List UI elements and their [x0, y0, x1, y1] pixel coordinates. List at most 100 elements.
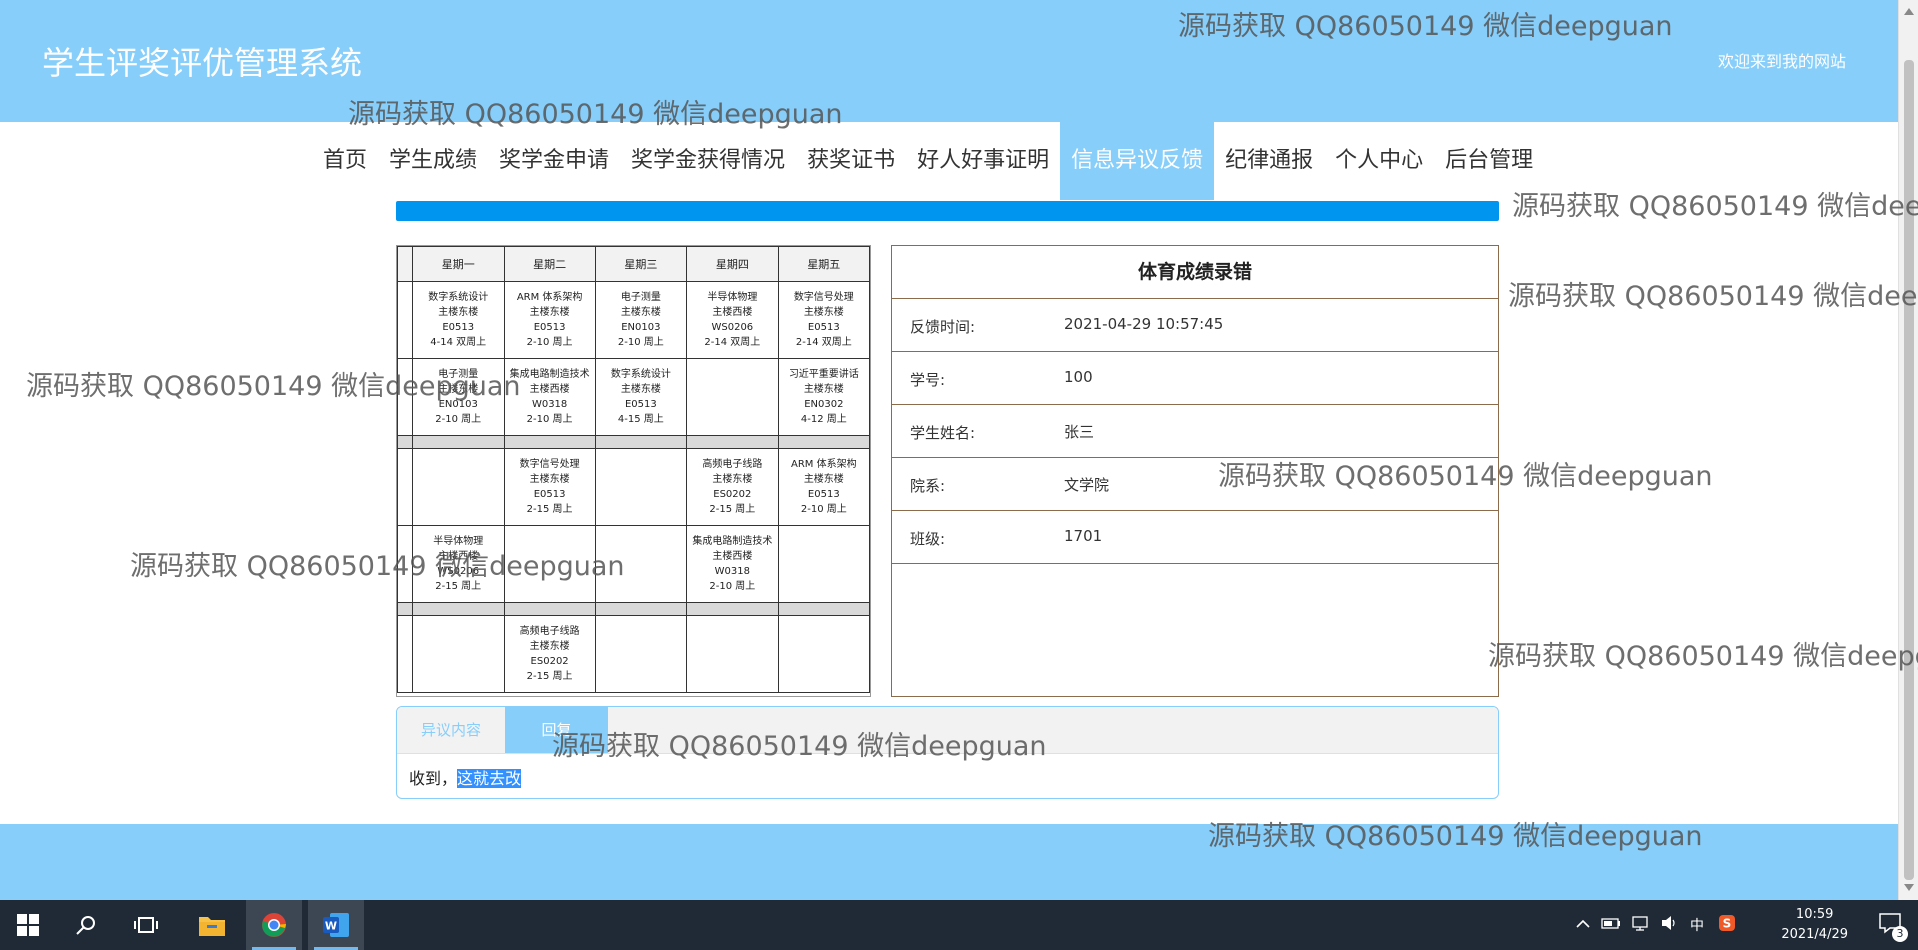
schedule-cell: 习近平重要讲话 主楼东楼 EN0302 4-12 周上 [777, 358, 870, 436]
ime-indicator[interactable]: 中 [1682, 915, 1712, 935]
nav-item-feedback[interactable]: 信息异议反馈 [1060, 122, 1215, 200]
site-title: 学生评奖评优管理系统 [42, 44, 363, 82]
schedule-cell: 数字信号处理 主楼东楼 E0513 2-15 周上 [503, 448, 596, 526]
schedule-separator [397, 602, 870, 616]
detail-row-department: 院系: 文学院 [892, 457, 1498, 510]
schedule-cell [594, 525, 688, 603]
chrome-icon[interactable] [246, 900, 302, 950]
schedule-day-header: 星期三 [594, 246, 688, 282]
schedule-cell [594, 448, 688, 526]
schedule-row: 半导体物理 主楼西楼 WS0206 2-15 周上 集成电路制造技术 主楼西楼 W… [397, 525, 870, 603]
watermark-text: 源码获取 QQ86050149 微信deepguan [1508, 281, 1918, 312]
task-view-icon[interactable] [118, 900, 174, 950]
scroll-thumb[interactable] [1904, 60, 1914, 880]
field-label: 学生姓名: [910, 424, 976, 442]
field-label: 班级: [910, 530, 946, 548]
taskbar-clock[interactable]: 10:59 2021/4/29 [1781, 905, 1848, 945]
schedule-cell: 半导体物理 主楼西楼 WS0206 2-15 周上 [411, 525, 505, 603]
schedule-cell: ARM 体系架构 主楼东楼 E0513 2-10 周上 [777, 448, 870, 526]
tab-bar: 异议内容 回复 [397, 707, 1498, 754]
schedule-day-header: 星期一 [411, 246, 505, 282]
schedule-day-header: 星期五 [777, 246, 870, 282]
schedule-cell [777, 525, 870, 603]
field-value: 张三 [1064, 423, 1095, 441]
start-icon[interactable] [0, 900, 56, 950]
schedule-row: 高频电子线路 主楼东楼 ES0202 2-15 周上 [397, 615, 870, 693]
schedule-row: 数字信号处理 主楼东楼 E0513 2-15 周上 高频电子线路 主楼东楼 ES0… [397, 448, 870, 526]
page-scrollbar[interactable] [1898, 0, 1918, 900]
schedule-cell: 数字系统设计 主楼东楼 E0513 4-14 双周上 [411, 281, 505, 359]
schedule-cell: 高频电子线路 主楼东楼 ES0202 2-15 周上 [503, 615, 596, 693]
schedule-day-header: 星期二 [503, 246, 596, 282]
sogou-input-icon[interactable]: S [1712, 914, 1742, 936]
detail-row-class: 班级: 1701 [892, 510, 1498, 564]
field-label: 反馈时间: [910, 318, 976, 336]
tab-reply[interactable]: 回复 [505, 707, 608, 753]
schedule-cell: 数字信号处理 主楼东楼 E0513 2-14 双周上 [777, 281, 870, 359]
section-divider-bar [396, 201, 1499, 221]
schedule-cell [397, 525, 413, 603]
reply-text: 收到， [409, 769, 458, 788]
tab-objection-content[interactable]: 异议内容 [397, 707, 505, 753]
field-label: 学号: [910, 371, 946, 389]
schedule-cell [397, 358, 413, 436]
reply-selected-text: 这就去改 [457, 769, 522, 788]
nav-item-home[interactable]: 首页 [312, 122, 378, 200]
schedule-day-header [397, 246, 413, 282]
scroll-down-icon[interactable] [1904, 884, 1914, 891]
schedule-cell: 数字系统设计 主楼东楼 E0513 4-15 周上 [594, 358, 688, 436]
notification-count-badge: 3 [1892, 926, 1908, 942]
schedule-cell [397, 448, 413, 526]
detail-row-time: 反馈时间: 2021-04-29 10:57:45 [892, 298, 1498, 351]
schedule-cell [594, 615, 688, 693]
schedule-cell: 半导体物理 主楼西楼 WS0206 2-14 双周上 [686, 281, 779, 359]
site-header: 学生评奖评优管理系统 欢迎来到我的网站 [0, 0, 1898, 122]
schedule-row: 电子测量 主楼东楼 EN0103 2-10 周上 集成电路制造技术 主楼西楼 W0… [397, 358, 870, 436]
field-label: 院系: [910, 477, 946, 495]
welcome-text: 欢迎来到我的网站 [1717, 52, 1846, 71]
battery-icon[interactable] [1596, 917, 1626, 933]
schedule-separator [397, 435, 870, 449]
clock-time: 10:59 [1795, 907, 1834, 922]
field-value: 100 [1064, 368, 1093, 386]
windows-taskbar: W 中 S 10:59 2021/4/29 3 [0, 900, 1918, 950]
show-hidden-icons-icon[interactable] [1570, 917, 1596, 933]
volume-icon[interactable] [1656, 915, 1682, 935]
field-value: 文学院 [1064, 476, 1110, 494]
feedback-title: 体育成绩录错 [1137, 261, 1252, 283]
field-value: 2021-04-29 10:57:45 [1064, 315, 1224, 333]
scroll-up-icon[interactable] [1904, 8, 1914, 15]
clock-date: 2021/4/29 [1781, 927, 1848, 942]
nav-item-discipline[interactable]: 纪律通报 [1214, 122, 1324, 200]
schedule-cell [686, 615, 779, 693]
schedule-cell: 集成电路制造技术 主楼西楼 W0318 2-10 周上 [503, 358, 596, 436]
feedback-tabs: 异议内容 回复 收到，这就去改 [396, 706, 1499, 799]
svg-text:S: S [1723, 917, 1732, 931]
reply-content[interactable]: 收到，这就去改 [409, 765, 522, 789]
nav-item-admin[interactable]: 后台管理 [1434, 122, 1544, 200]
schedule-table: 星期一 星期二 星期三 星期四 星期五 数字系统设计 主楼东楼 E0513 4-14 双… [397, 246, 870, 693]
schedule-cell [397, 615, 413, 693]
feedback-detail-card: 体育成绩录错 反馈时间: 2021-04-29 10:57:45 学号: 100… [891, 245, 1499, 697]
schedule-cell: 电子测量 主楼东楼 EN0103 2-10 周上 [594, 281, 688, 359]
schedule-cell [503, 525, 596, 603]
word-icon[interactable]: W [308, 900, 364, 950]
nav-item-scholarship-awards[interactable]: 奖学金获得情况 [620, 122, 796, 200]
schedule-image: 星期一 星期二 星期三 星期四 星期五 数字系统设计 主楼东楼 E0513 4-14 双… [396, 245, 871, 697]
schedule-day-header: 星期四 [686, 246, 779, 282]
schedule-cell: 电子测量 主楼东楼 EN0103 2-10 周上 [411, 358, 505, 436]
nav-item-certificates[interactable]: 获奖证书 [796, 122, 906, 200]
search-icon[interactable] [58, 900, 114, 950]
main-nav: 首页 学生成绩 奖学金申请 奖学金获得情况 获奖证书 好人好事证明 信息异议反馈… [0, 122, 1898, 200]
detail-row-student-id: 学号: 100 [892, 351, 1498, 404]
network-icon[interactable] [1626, 915, 1656, 935]
watermark-text: 源码获取 QQ86050149 微信deepguan [1488, 641, 1918, 672]
nav-item-scholarship-apply[interactable]: 奖学金申请 [488, 122, 620, 200]
nav-item-grades[interactable]: 学生成绩 [378, 122, 488, 200]
schedule-cell [411, 615, 505, 693]
nav-item-good-deeds[interactable]: 好人好事证明 [906, 122, 1060, 200]
schedule-cell [777, 615, 870, 693]
nav-item-personal-center[interactable]: 个人中心 [1324, 122, 1434, 200]
file-explorer-icon[interactable] [184, 900, 240, 950]
schedule-cell: 高频电子线路 主楼东楼 ES0202 2-15 周上 [686, 448, 779, 526]
